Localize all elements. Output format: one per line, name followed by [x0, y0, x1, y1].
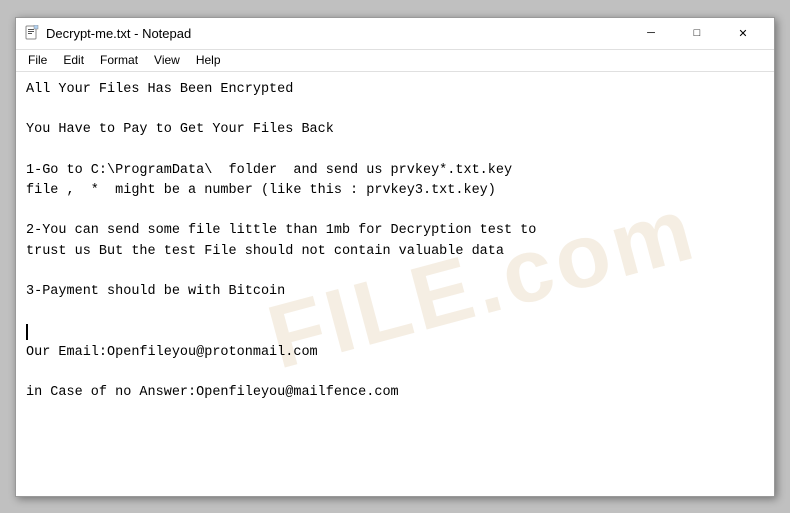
- app-icon: [24, 25, 40, 41]
- menu-edit[interactable]: Edit: [55, 51, 92, 69]
- menu-format[interactable]: Format: [92, 51, 146, 69]
- menu-bar: File Edit Format View Help: [16, 50, 774, 72]
- editor-content[interactable]: All Your Files Has Been Encrypted You Ha…: [26, 80, 764, 404]
- text-editor-area[interactable]: FILE.com All Your Files Has Been Encrypt…: [16, 72, 774, 496]
- menu-help[interactable]: Help: [188, 51, 229, 69]
- maximize-button[interactable]: □: [674, 17, 720, 49]
- title-bar: Decrypt-me.txt - Notepad ─ □ ✕: [16, 18, 774, 50]
- menu-view[interactable]: View: [146, 51, 188, 69]
- notepad-window: Decrypt-me.txt - Notepad ─ □ ✕ File Edit…: [15, 17, 775, 497]
- close-button[interactable]: ✕: [720, 17, 766, 49]
- minimize-button[interactable]: ─: [628, 17, 674, 49]
- window-title: Decrypt-me.txt - Notepad: [46, 26, 628, 41]
- window-controls: ─ □ ✕: [628, 17, 766, 49]
- text-cursor: [26, 324, 28, 340]
- menu-file[interactable]: File: [20, 51, 55, 69]
